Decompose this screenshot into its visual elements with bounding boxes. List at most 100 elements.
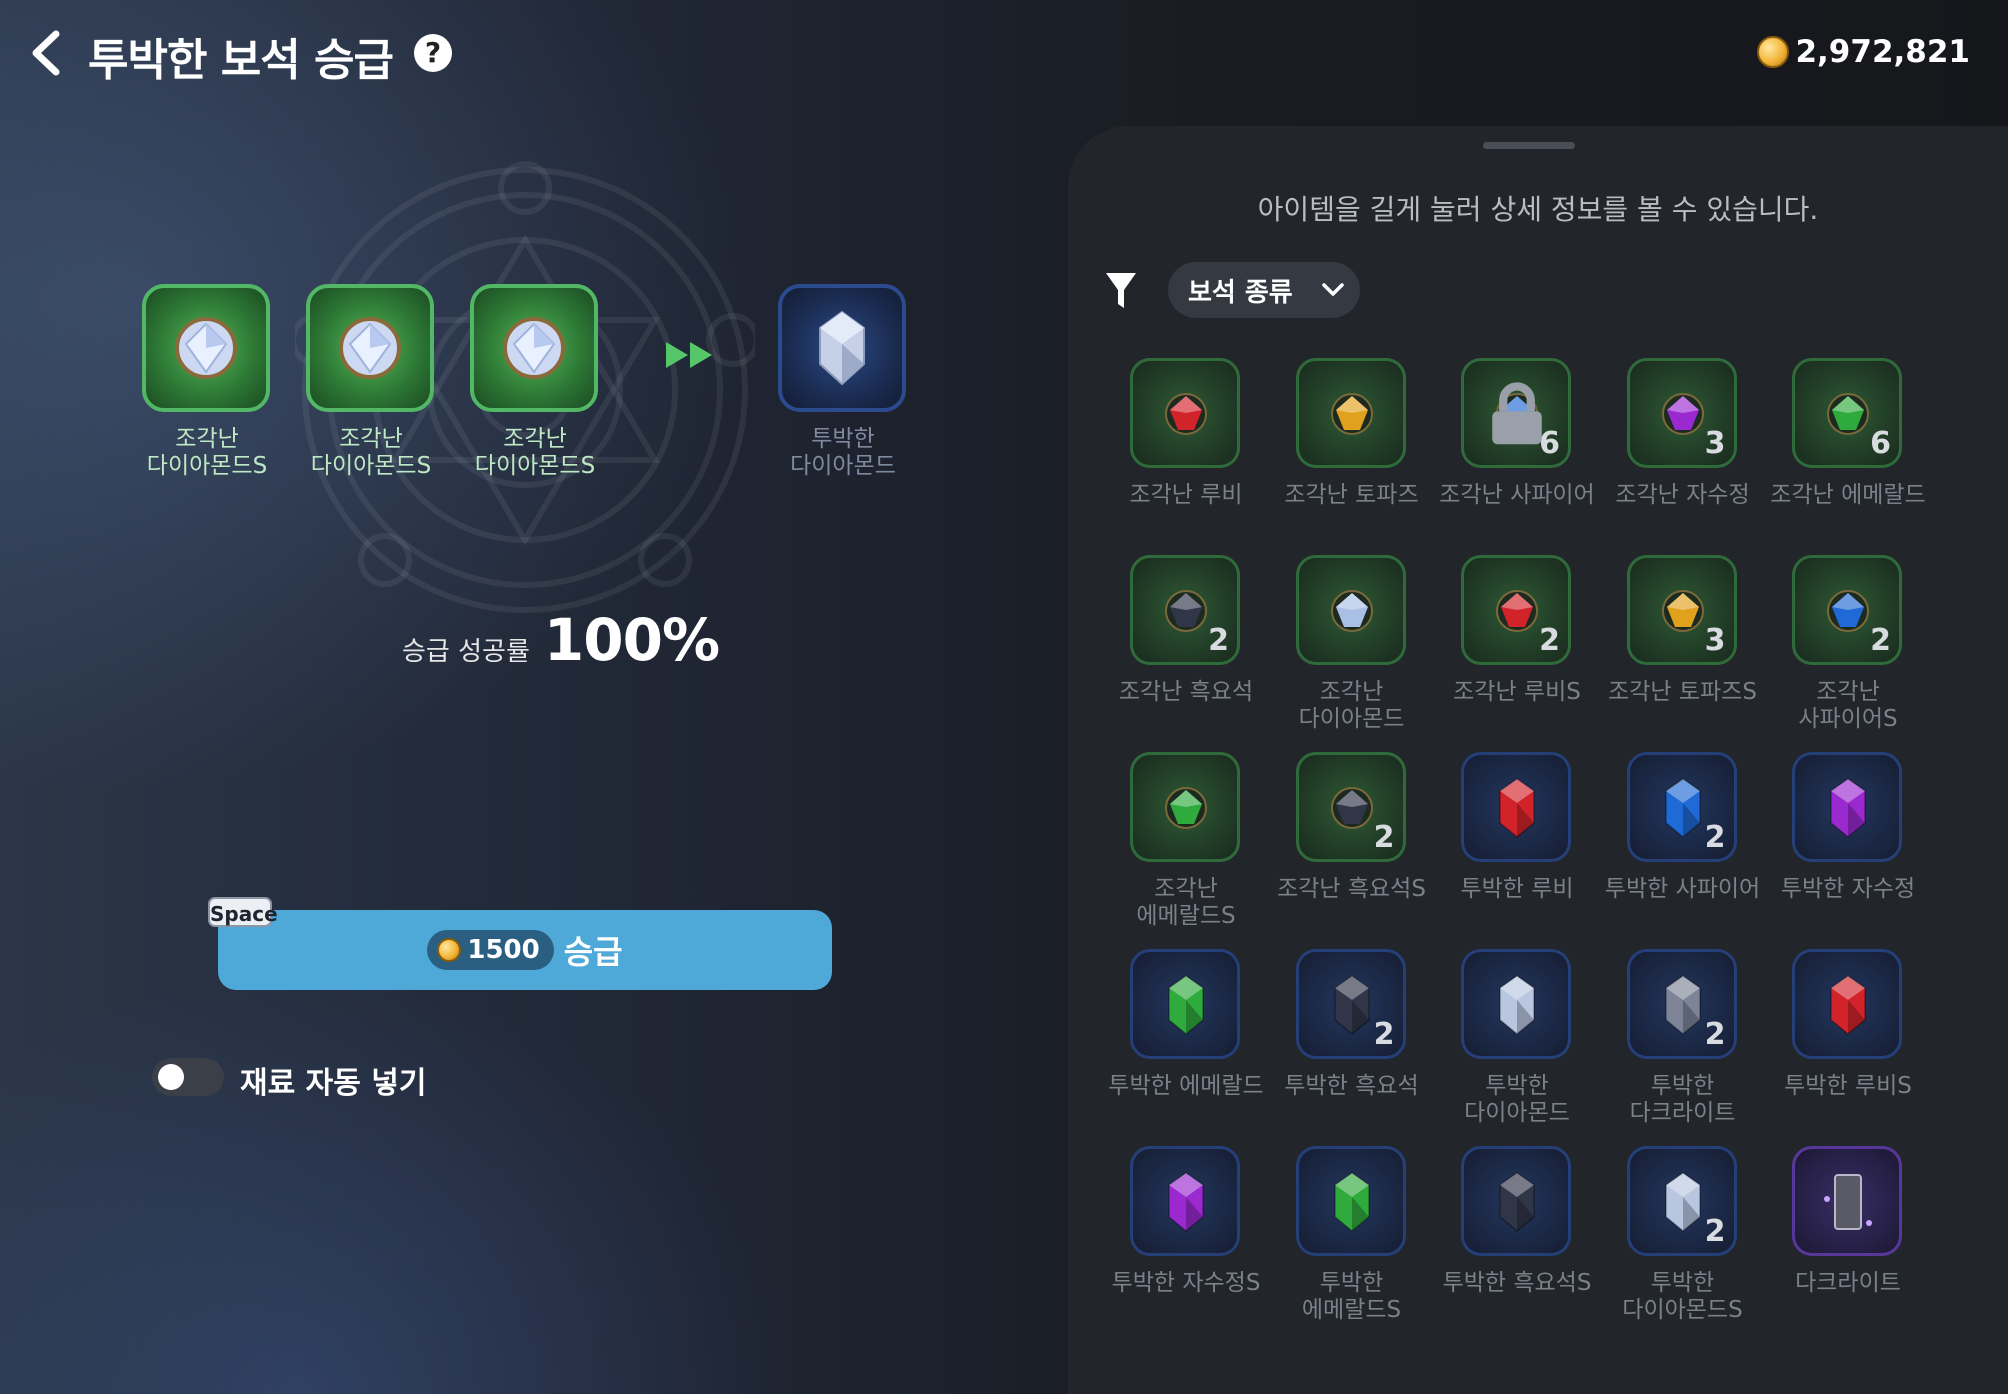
item-label: 투박한 다크라이트 <box>1629 1073 1736 1126</box>
back-button[interactable] <box>26 30 66 76</box>
page-title: 투박한 보석 승급 <box>88 35 394 86</box>
inventory-item[interactable]: 3 조각난 자수정 <box>1600 358 1766 554</box>
gem-icon <box>1330 590 1373 632</box>
gem-icon <box>1499 1172 1535 1232</box>
gem-slot[interactable]: 3 <box>1626 358 1737 468</box>
inventory-item[interactable]: 6 조각난 에메랄드 <box>1765 358 1931 554</box>
inventory-item[interactable]: 2 투박한 사파이어 <box>1600 752 1766 948</box>
item-count: 2 <box>1373 820 1395 855</box>
material-slot-2[interactable] <box>306 284 434 412</box>
inventory-item[interactable]: 2 조각난 루비S <box>1434 555 1600 751</box>
inventory-item[interactable]: 조각난 에메랄드S <box>1103 752 1269 948</box>
gem-slot[interactable]: 3 <box>1626 555 1737 665</box>
material-slot-3[interactable] <box>470 284 598 412</box>
gem-slot[interactable]: 2 <box>1295 752 1406 862</box>
inventory-item[interactable]: 투박한 다이아몬드 <box>1434 949 1600 1145</box>
inventory-item[interactable]: 투박한 흑요석S <box>1434 1146 1600 1342</box>
inventory-item[interactable]: 2 조각난 흑요석 <box>1103 555 1269 751</box>
gem-slot[interactable]: 2 <box>1130 555 1240 665</box>
inventory-item[interactable]: 조각난 토파즈 <box>1269 358 1435 554</box>
gem-slot[interactable] <box>1295 1146 1406 1256</box>
help-icon[interactable]: ? <box>414 34 452 72</box>
cost-pill: 1500 <box>427 930 554 970</box>
gem-icon <box>1165 787 1207 829</box>
success-rate: 승급 성공률 100% <box>402 606 720 674</box>
item-label: 조각난 자수정 <box>1615 482 1750 508</box>
inventory-item[interactable]: 6 조각난 사파이어 <box>1434 358 1600 554</box>
inventory-item[interactable]: 투박한 자수정 <box>1765 752 1931 948</box>
gem-type-dropdown[interactable]: 보석 종류 <box>1168 262 1360 318</box>
inventory-panel: 아이템을 길게 눌러 상세 정보를 볼 수 있습니다. 보석 종류 조각난 루비… <box>1068 126 2008 1394</box>
gem-slot[interactable] <box>1792 752 1902 862</box>
drag-handle[interactable] <box>1483 142 1575 149</box>
gold-amount: 2,972,821 <box>1795 34 1970 70</box>
item-count: 2 <box>1373 1017 1395 1052</box>
inventory-hint: 아이템을 길게 눌러 상세 정보를 볼 수 있습니다. <box>1257 193 1819 226</box>
item-count: 2 <box>1208 623 1229 658</box>
gem-slot[interactable]: 2 <box>1626 949 1737 1059</box>
gem-slot[interactable] <box>1461 949 1571 1059</box>
inventory-item[interactable]: 2 투박한 흑요석 <box>1269 949 1435 1145</box>
gem-slot[interactable]: 6 <box>1461 358 1571 468</box>
gem-slot[interactable] <box>1295 358 1406 468</box>
item-label: 조각난 사파이어S <box>1798 679 1898 732</box>
gem-slot[interactable]: 2 <box>1461 555 1571 665</box>
item-label: 조각난 흑요석 <box>1118 679 1254 705</box>
inventory-item[interactable]: 투박한 자수정S <box>1103 1146 1269 1342</box>
item-label: 투박한 흑요석 <box>1284 1073 1419 1099</box>
gem-slot[interactable] <box>1461 752 1571 862</box>
inventory-item[interactable]: 2 조각난 흑요석S <box>1269 752 1435 948</box>
gem-slot[interactable]: 2 <box>1295 949 1406 1059</box>
inventory-item[interactable]: 2 투박한 다크라이트 <box>1600 949 1766 1145</box>
gem-icon <box>1499 778 1535 838</box>
item-label: 투박한 루비S <box>1784 1073 1912 1099</box>
gem-slot[interactable] <box>1295 555 1406 665</box>
auto-fill-label: 재료 자동 넣기 <box>240 1066 427 1101</box>
item-label: 투박한 자수정 <box>1780 876 1916 902</box>
gem-slot[interactable] <box>1130 1146 1240 1256</box>
inventory-item[interactable]: 투박한 루비 <box>1434 752 1600 948</box>
item-label: 조각난 사파이어 <box>1439 482 1595 508</box>
gem-slot[interactable]: 2 <box>1626 1146 1737 1256</box>
inventory-item[interactable]: 2 조각난 사파이어S <box>1765 555 1931 751</box>
auto-fill-toggle[interactable] <box>152 1058 224 1096</box>
gem-slot[interactable] <box>1130 949 1240 1059</box>
gem-slot[interactable] <box>1130 752 1240 862</box>
gem-slot[interactable] <box>1130 358 1240 468</box>
dropdown-label: 보석 종류 <box>1188 277 1293 308</box>
gem-icon <box>1830 975 1866 1035</box>
gem-slot[interactable]: 6 <box>1792 358 1902 468</box>
item-count: 3 <box>1704 623 1726 658</box>
inventory-item[interactable]: 투박한 에메랄드S <box>1269 1146 1435 1342</box>
result-slot[interactable] <box>778 284 906 412</box>
inventory-item[interactable]: 투박한 루비S <box>1765 949 1931 1145</box>
item-label: 조각난 에메랄드 <box>1770 482 1926 508</box>
promote-button[interactable]: 1500 승급 <box>218 910 832 990</box>
item-label: 조각난 토파즈 <box>1284 482 1419 508</box>
item-label: 투박한 에메랄드S <box>1301 1270 1402 1323</box>
gem-slot[interactable] <box>1792 1146 1902 1256</box>
gem-icon <box>1830 778 1866 838</box>
inventory-item[interactable]: 투박한 에메랄드 <box>1103 949 1269 1145</box>
item-count: 2 <box>1704 1214 1726 1249</box>
gem-slot[interactable] <box>1461 1146 1571 1256</box>
item-label: 투박한 에메랄드 <box>1108 1073 1264 1099</box>
inventory-item[interactable]: 조각난 루비 <box>1103 358 1269 554</box>
item-count: 6 <box>1870 426 1891 461</box>
toggle-knob <box>158 1064 184 1090</box>
gem-icon <box>1165 393 1207 435</box>
inventory-item[interactable]: 2 투박한 다이아몬드S <box>1600 1146 1766 1342</box>
gem-slot[interactable] <box>1792 949 1902 1059</box>
gem-slot[interactable]: 2 <box>1792 555 1902 665</box>
diamond-gem-icon <box>175 317 237 379</box>
item-count: 2 <box>1870 623 1891 658</box>
inventory-item[interactable]: 다크라이트 <box>1765 1146 1931 1342</box>
inventory-item[interactable]: 3 조각난 토파즈S <box>1600 555 1766 751</box>
item-label: 조각난 다이아몬드 <box>1298 679 1405 732</box>
gem-slot[interactable]: 2 <box>1626 752 1737 862</box>
item-label: 조각난 흑요석S <box>1277 876 1426 902</box>
item-label: 조각난 루비 <box>1129 482 1243 508</box>
material-slot-1[interactable] <box>142 284 270 412</box>
filter-icon[interactable] <box>1104 270 1138 312</box>
inventory-item[interactable]: 조각난 다이아몬드 <box>1269 555 1435 751</box>
